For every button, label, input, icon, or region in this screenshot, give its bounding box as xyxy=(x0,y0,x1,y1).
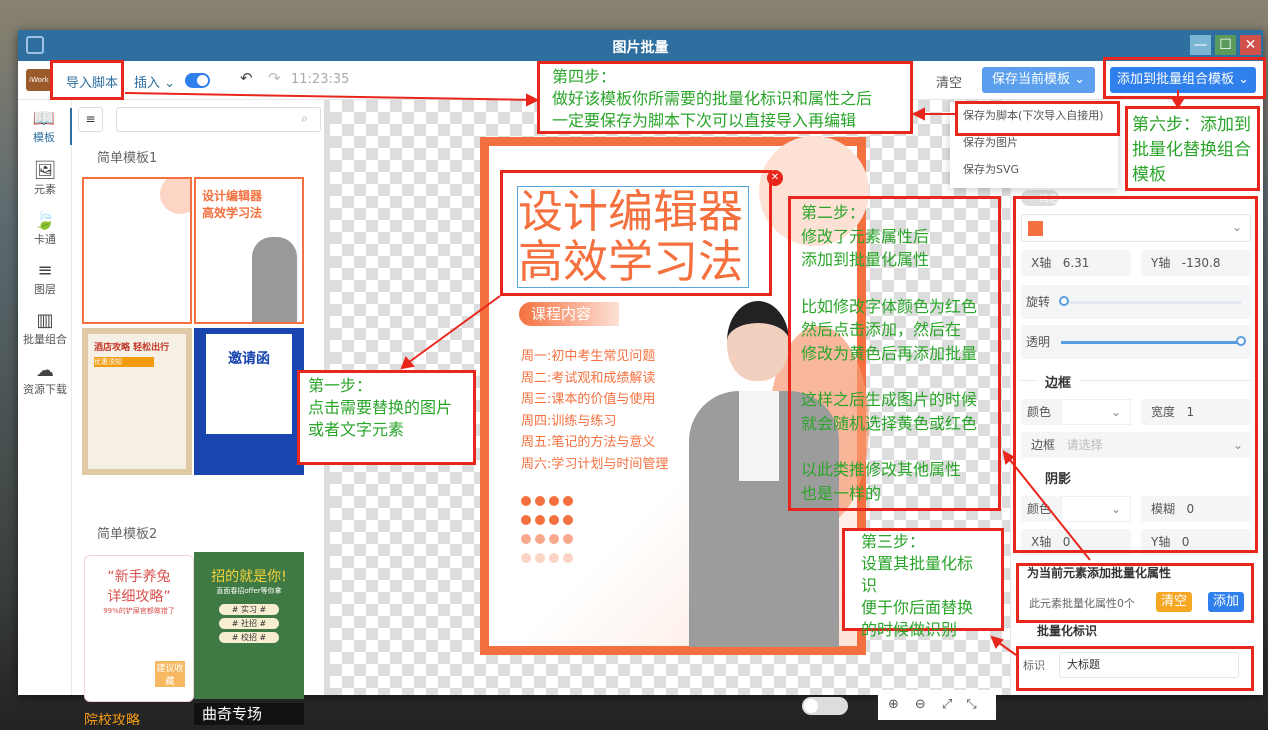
annotation-arrows xyxy=(124,90,1185,656)
